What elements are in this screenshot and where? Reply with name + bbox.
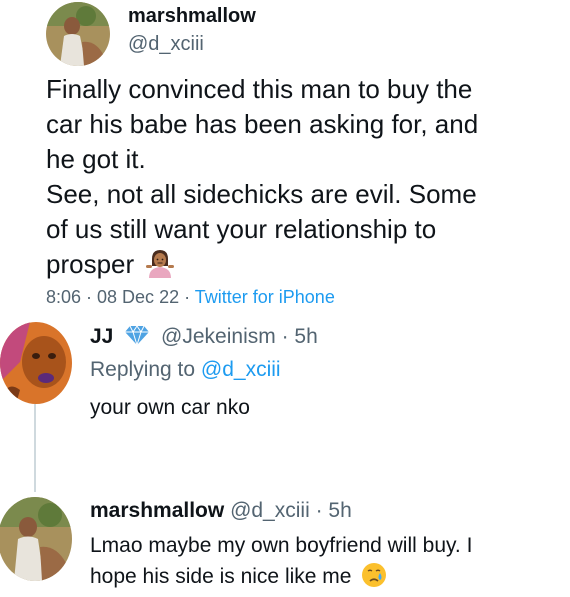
crying-face-emoji-icon — [361, 562, 387, 597]
main-tweet-handle[interactable]: @d_xciii — [128, 33, 204, 56]
main-tweet-meta: 8:06 · 08 Dec 22 · Twitter for iPhone — [46, 286, 335, 304]
reply-1-replying-to: Replying to @d_xciii — [90, 358, 281, 382]
main-tweet-text: Finally convinced this man to buy the ca… — [46, 72, 566, 287]
diamond-icon — [123, 324, 151, 352]
main-tweet-avatar[interactable] — [46, 2, 110, 66]
reply-2-line-2-text: hope his side is nice like me — [90, 565, 352, 588]
tweet-line-6: prosper — [46, 247, 566, 287]
reply-2-display-name[interactable]: marshmallow — [90, 499, 224, 522]
shrug-woman-emoji-icon — [145, 248, 175, 287]
reply-2-avatar[interactable] — [0, 497, 72, 581]
reply-2-line-2: hope his side is nice like me — [90, 561, 566, 597]
tweet-line-3: he got it. — [46, 144, 146, 174]
reply-1-header: JJ @Jekeinism · 5h — [90, 324, 318, 352]
tweet-line-4: See, not all sidechicks are evil. Some — [46, 179, 477, 209]
replying-to-label: Replying to — [90, 358, 201, 381]
replying-to-handle[interactable]: @d_xciii — [201, 358, 281, 381]
reply-1-time[interactable]: · 5h — [282, 325, 318, 348]
tweet-line-5: of us still want your relationship to — [46, 214, 437, 244]
avatar-image — [0, 497, 72, 581]
tweet-line-1: Finally convinced this man to buy the — [46, 74, 473, 104]
reply-1-handle[interactable]: @Jekeinism — [161, 325, 276, 348]
avatar-image — [46, 2, 110, 66]
thread-line — [34, 404, 36, 492]
tweet-line-6-text: prosper — [46, 249, 135, 279]
main-tweet-display-name[interactable]: marshmallow — [128, 5, 256, 28]
avatar-image — [0, 322, 72, 404]
tweet-source-link[interactable]: Twitter for iPhone — [195, 287, 335, 304]
tweet-timestamp[interactable]: 8:06 · 08 Dec 22 · — [46, 287, 195, 304]
reply-2-text: Lmao maybe my own boyfriend will buy. I … — [90, 530, 566, 597]
reply-1-avatar[interactable] — [0, 322, 72, 404]
reply-1-display-name[interactable]: JJ — [90, 325, 113, 348]
reply-2-line-1: Lmao maybe my own boyfriend will buy. I — [90, 534, 473, 557]
tweet-line-2: car his babe has been asking for, and — [46, 109, 479, 139]
reply-1-text: your own car nko — [90, 396, 250, 419]
reply-2-handle[interactable]: @d_xciii — [230, 499, 310, 522]
reply-2-header: marshmallow @d_xciii · 5h — [90, 499, 352, 523]
reply-2-time[interactable]: · 5h — [316, 499, 352, 522]
